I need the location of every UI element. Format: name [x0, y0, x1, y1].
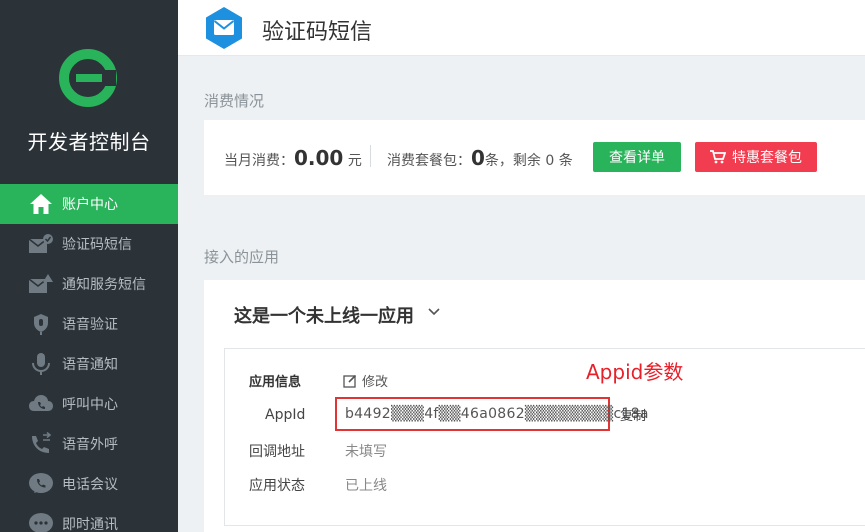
- apps-section-label: 接入的应用: [204, 248, 280, 266]
- copy-button[interactable]: 复制: [620, 405, 646, 424]
- sidebar-item-sms-notify[interactable]: 通知服务短信: [0, 264, 178, 304]
- package-unit: 条，剩余 0 条: [484, 153, 573, 169]
- callback-value: 未填写: [345, 444, 387, 460]
- edit-icon: [343, 374, 357, 388]
- mic-shield-icon: [28, 311, 54, 337]
- app-name: 这是一个未上线一应用: [234, 306, 414, 327]
- mic-icon: [28, 351, 54, 377]
- package-label: 消费套餐包：: [387, 153, 471, 169]
- sidebar-item-label: 语音通知: [62, 357, 118, 373]
- app-info-panel: 应用信息 修改 AppId b4492▒▒▒4f▒▒46a0862▒▒▒▒▒▒▒…: [224, 348, 865, 526]
- consumption-section-label: 消费情况: [204, 92, 265, 110]
- sidebar-item-im[interactable]: 即时通讯: [0, 504, 178, 532]
- callback-label: 回调地址: [249, 444, 305, 460]
- appid-label: AppId: [265, 407, 306, 423]
- cloud-phone-icon: [28, 391, 54, 417]
- sidebar-item-label: 账户中心: [62, 197, 118, 213]
- monthly-consumption: 当月消费：0.00 元: [224, 146, 362, 170]
- home-icon: [28, 191, 54, 217]
- mail-alert-icon: [28, 271, 54, 297]
- sidebar-item-label: 语音验证: [62, 317, 118, 333]
- appid-value[interactable]: b4492▒▒▒4f▒▒46a0862▒▒▒▒▒▒▒▒c18a: [345, 406, 649, 422]
- sidebar-item-label: 电话会议: [62, 477, 118, 493]
- monthly-consumption-label: 当月消费：: [224, 153, 294, 169]
- envelope-hex-icon: [206, 7, 242, 49]
- monthly-consumption-unit: 元: [347, 153, 362, 169]
- shopping-cart-icon: [710, 150, 726, 164]
- appid-annotation: Appid参数: [586, 360, 684, 384]
- sidebar-item-outbound-call[interactable]: 语音外呼: [0, 424, 178, 464]
- sidebar-item-label: 即时通讯: [62, 517, 118, 532]
- sidebar-item-conference[interactable]: 电话会议: [0, 464, 178, 504]
- sidebar-item-label: 验证码短信: [62, 237, 132, 253]
- sidebar-item-label: 通知服务短信: [62, 277, 146, 293]
- consumption-card: 当月消费：0.00 元 消费套餐包：0条，剩余 0 条 查看详单 特惠套餐包: [204, 120, 865, 195]
- sidebar-item-call-center[interactable]: 呼叫中心: [0, 384, 178, 424]
- package-consumption: 消费套餐包：0条，剩余 0 条: [387, 146, 573, 170]
- special-package-button[interactable]: 特惠套餐包: [695, 142, 817, 172]
- chat-phone-icon: [28, 471, 54, 497]
- mail-check-icon: [28, 231, 54, 257]
- chevron-down-icon[interactable]: [426, 304, 442, 320]
- page-title: 验证码短信: [262, 20, 373, 45]
- page-header: 验证码短信: [178, 0, 865, 56]
- app-card: 这是一个未上线一应用 应用信息 修改 AppId b4492▒▒▒4f▒▒46a…: [204, 280, 865, 532]
- special-package-label: 特惠套餐包: [732, 150, 802, 166]
- brand-title: 开发者控制台: [27, 130, 151, 154]
- sidebar: 开发者控制台 账户中心 验证码短信 通知服务短信 语音验证 语音通知 呼叫中心 …: [0, 0, 178, 532]
- sidebar-item-voice-verify[interactable]: 语音验证: [0, 304, 178, 344]
- phone-outgoing-icon: [28, 431, 54, 457]
- monthly-consumption-value: 0.00: [294, 146, 344, 170]
- sidebar-item-label: 呼叫中心: [62, 397, 118, 413]
- app-info-label: 应用信息: [249, 375, 302, 390]
- appid-highlight-box: b4492▒▒▒4f▒▒46a0862▒▒▒▒▒▒▒▒c18a: [335, 397, 648, 431]
- divider: [370, 145, 371, 167]
- edit-label: 修改: [362, 375, 389, 390]
- sidebar-item-label: 语音外呼: [62, 437, 118, 453]
- console-logo-icon: [59, 49, 117, 107]
- sidebar-item-voice-notify[interactable]: 语音通知: [0, 344, 178, 384]
- app-status-label: 应用状态: [249, 478, 305, 494]
- edit-button[interactable]: 修改: [343, 371, 388, 390]
- sidebar-nav: 账户中心 验证码短信 通知服务短信 语音验证 语音通知 呼叫中心 语音外呼 电话…: [0, 184, 178, 532]
- sidebar-item-account[interactable]: 账户中心: [0, 184, 178, 224]
- package-value: 0: [471, 146, 485, 170]
- app-status-value: 已上线: [345, 478, 387, 494]
- chat-bubble-icon: [28, 511, 54, 532]
- sidebar-item-sms-verify[interactable]: 验证码短信: [0, 224, 178, 264]
- view-details-button[interactable]: 查看详单: [593, 142, 681, 172]
